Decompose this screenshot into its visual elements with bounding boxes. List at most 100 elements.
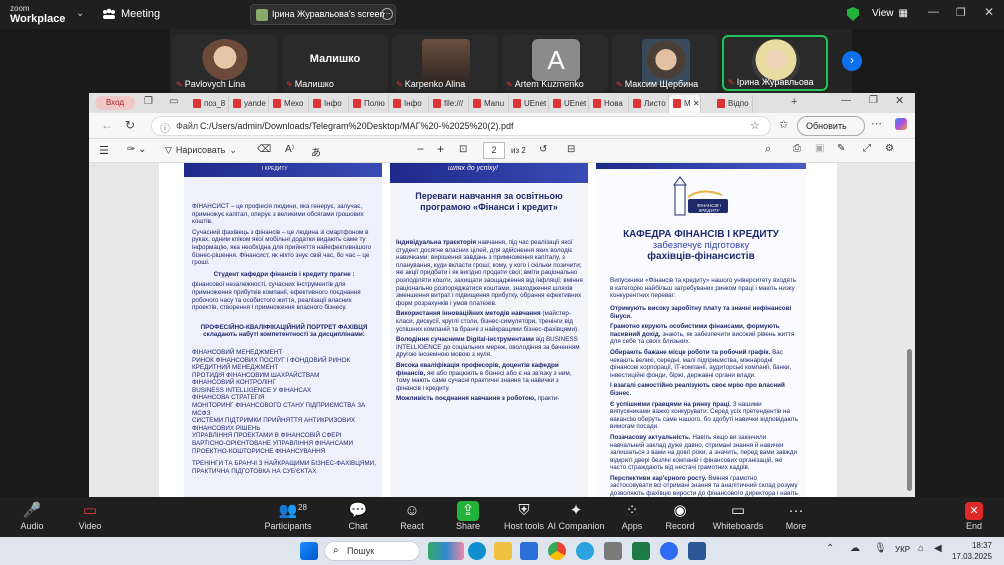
eraser-icon[interactable]: ⌫	[257, 144, 271, 155]
encryption-shield-icon[interactable]	[847, 7, 859, 21]
star-icon[interactable]: ☆	[750, 119, 760, 132]
chrome-icon[interactable]	[548, 542, 566, 560]
contents-icon[interactable]: ☰	[99, 144, 109, 157]
close-tab-icon[interactable]: ✕	[691, 99, 700, 108]
new-tab-icon[interactable]: +	[791, 96, 797, 108]
read-aloud-icon[interactable]: A⁾	[285, 144, 294, 155]
tab-active[interactable]: М ✕	[669, 95, 701, 113]
meeting-button[interactable]: Meeting	[102, 8, 160, 20]
browser-tab[interactable]: Полю	[349, 95, 389, 113]
zoom-in-icon[interactable]: +	[437, 142, 444, 156]
profile-button[interactable]: Вход	[95, 96, 135, 110]
restore-icon[interactable]: ❐	[869, 95, 878, 106]
copilot-icon[interactable]	[895, 118, 907, 130]
react-button[interactable]: ☺ React	[382, 501, 442, 531]
favorites-icon[interactable]: ✩	[779, 118, 788, 131]
participant-tile[interactable]: A ✎ Artem Kuzmenko	[502, 35, 608, 91]
search-icon[interactable]: ⌕	[765, 143, 771, 156]
minimize-icon[interactable]: —	[928, 6, 939, 18]
save-icon[interactable]: ▣	[815, 143, 824, 154]
restore-icon[interactable]: ❐	[956, 6, 966, 19]
start-icon[interactable]	[300, 542, 318, 560]
scrollbar-thumb[interactable]	[907, 349, 912, 491]
host-button[interactable]: ⛨ Host tools	[494, 501, 554, 531]
minimize-icon[interactable]: —	[841, 95, 851, 106]
file-explorer-icon[interactable]	[494, 542, 512, 560]
zoom-app-icon[interactable]	[660, 542, 678, 560]
more-button[interactable]: ··· More	[766, 501, 826, 531]
close-window-icon[interactable]: ✕	[895, 94, 904, 107]
audio-button[interactable]: 🎤 Audio	[2, 501, 62, 531]
back-icon[interactable]: ←	[101, 118, 113, 132]
update-browser-button[interactable]: Обновить	[797, 116, 865, 136]
browser-tab[interactable]: UEnet	[509, 95, 549, 113]
shared-browser-window: Вход ❐ ▭ поз_8 yande Мехо Інфо Полю Інфо file:…	[89, 93, 915, 497]
edge-browser-icon[interactable]	[468, 542, 486, 560]
participant-tile[interactable]: Малишко ✎ Малишко	[282, 35, 388, 91]
next-page-icon[interactable]: ›	[842, 51, 862, 71]
browser-tab[interactable]: UEnet	[549, 95, 589, 113]
browser-tab[interactable]: file:///	[429, 95, 469, 113]
fullscreen-icon[interactable]: ⤢	[863, 143, 871, 154]
volume-icon[interactable]: ◀	[934, 543, 942, 554]
chevron-down-icon[interactable]: ⌄	[76, 8, 84, 19]
page-view-icon[interactable]: ⊟	[567, 144, 575, 155]
video-button[interactable]: ▭ Video	[60, 501, 120, 531]
address-field[interactable]: ⓘ Файл C:/Users/admin/Downloads/Telegram…	[151, 116, 771, 136]
language-indicator[interactable]: УКР	[895, 545, 910, 554]
screen-share-indicator[interactable]: Ірина Журавльова's screen ···	[250, 4, 396, 25]
view-button[interactable]: View ▦	[872, 8, 908, 19]
settings-icon[interactable]: ⚙	[885, 143, 894, 154]
fit-page-icon[interactable]: ⊡	[459, 144, 467, 155]
more-options-icon[interactable]: ···	[381, 8, 393, 20]
browser-tab[interactable]: yande	[229, 95, 269, 113]
browser-tab[interactable]: Нова	[589, 95, 629, 113]
participants-button[interactable]: 👥 Participants 28	[258, 501, 318, 531]
calculator-icon[interactable]	[604, 542, 622, 560]
ai-button[interactable]: ✦ AI Companion	[546, 501, 606, 531]
participant-tile-active[interactable]: ✎ Ірина Журавльова	[722, 35, 828, 91]
record-button[interactable]: ◉ Record	[650, 501, 710, 531]
draw-button[interactable]: ▽ Нарисовать ⌄	[165, 145, 237, 156]
browser-tab[interactable]: Відпо	[713, 95, 753, 113]
participant-tile[interactable]: ✎ Максим Щербина	[612, 35, 718, 91]
search-box[interactable]: ⌕ Пошук	[324, 541, 420, 561]
widgets-icon[interactable]	[428, 542, 464, 560]
zoom-out-icon[interactable]: −	[417, 142, 424, 156]
excel-icon[interactable]	[632, 542, 650, 560]
scrollbar-track[interactable]	[904, 163, 915, 497]
discipline-item: КРЕДИТНИЙ МЕНЕДЖМЕНТ	[192, 364, 279, 372]
close-window-icon[interactable]: ✕	[984, 5, 994, 19]
network-icon[interactable]: ⌂	[918, 543, 924, 554]
share-button[interactable]: ⇪ Share	[438, 501, 498, 531]
tab-actions-icon[interactable]: ▭	[169, 96, 178, 107]
reload-icon[interactable]: ↻	[125, 118, 135, 132]
browser-tab[interactable]: Інфо	[309, 95, 349, 113]
menu-icon[interactable]: ⋯	[871, 117, 882, 130]
browser-tab[interactable]: Інфо	[389, 95, 429, 113]
show-hidden-icon[interactable]: ⌃	[826, 543, 834, 554]
rotate-icon[interactable]: ↺	[539, 144, 547, 155]
microphone-icon[interactable]: 🎙	[874, 543, 887, 554]
participant-tile[interactable]: ✎ Pavlovych Lina	[172, 35, 278, 91]
save-as-icon[interactable]: ✎	[837, 143, 845, 154]
browser-tab[interactable]: Мехо	[269, 95, 309, 113]
end-button[interactable]: ✕ End	[944, 501, 1004, 531]
page-number-input[interactable]: 2	[483, 142, 505, 159]
chat-button[interactable]: 💬 Chat	[328, 501, 388, 531]
print-icon[interactable]: ⎙	[793, 143, 801, 154]
participant-tile[interactable]: ✎ Karpenko Alina	[392, 35, 498, 91]
browser-tab[interactable]: поз_8	[189, 95, 229, 113]
telegram-icon[interactable]	[576, 542, 594, 560]
browser-tab[interactable]: Manu	[469, 95, 509, 113]
whiteboards-button[interactable]: ▭ Whiteboards	[708, 501, 768, 531]
store-icon[interactable]	[520, 542, 538, 560]
word-icon[interactable]	[688, 542, 706, 560]
advantage-item: Є успішними гравцями на ринку праці. З н…	[610, 400, 799, 431]
onedrive-icon[interactable]: ☁	[850, 543, 860, 554]
clock[interactable]: 18:37 17.03.2025	[950, 540, 992, 562]
workspaces-icon[interactable]: ❐	[144, 96, 153, 107]
highlight-icon[interactable]: ✑ ⌄	[127, 144, 147, 155]
translate-icon[interactable]: あ	[311, 144, 321, 159]
browser-tab[interactable]: Листо	[629, 95, 669, 113]
